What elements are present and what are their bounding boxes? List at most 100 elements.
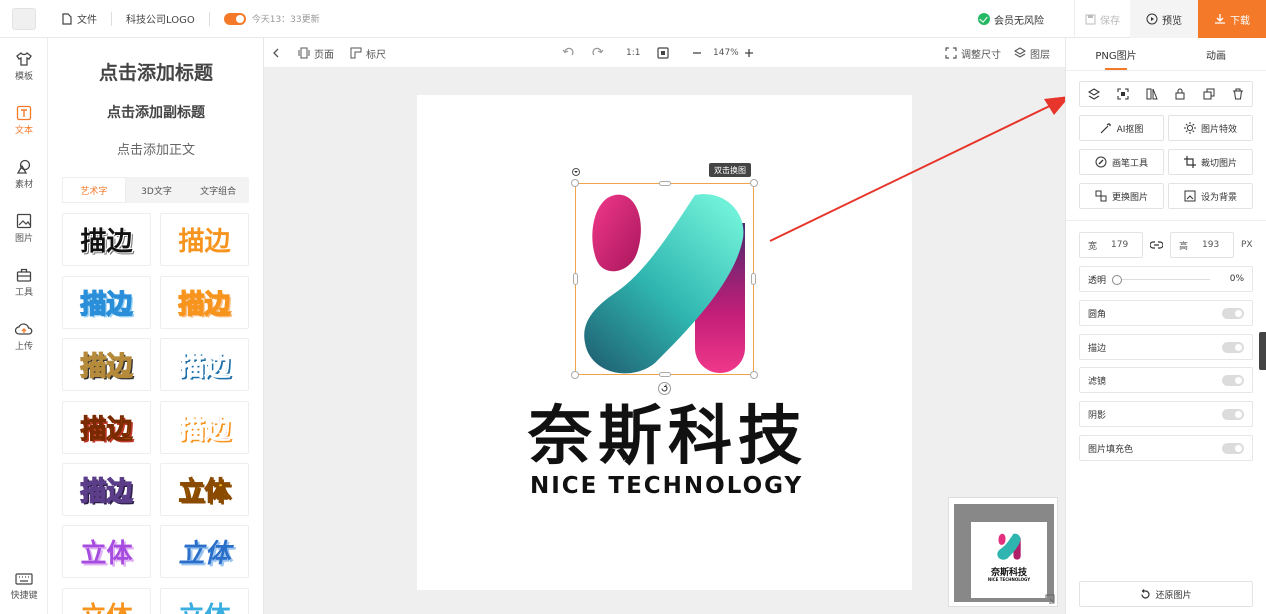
art-text-swatch[interactable]: 描边 <box>62 338 151 391</box>
brand-name-en[interactable]: NICE TECHNOLOGY <box>530 473 810 499</box>
page-button[interactable]: 页面 <box>298 38 334 68</box>
sidebar-item-text[interactable]: 文本 <box>0 105 48 136</box>
sidebar-item-upload[interactable]: 上传 <box>0 321 48 352</box>
filter-toggle[interactable] <box>1222 374 1244 386</box>
resize-handle[interactable] <box>750 371 758 379</box>
selection-box[interactable] <box>575 183 754 375</box>
sidebar-item-materials[interactable]: 素材 <box>0 159 48 190</box>
minimap-collapse-icon[interactable] <box>1045 594 1055 604</box>
filter-label: 滤镜 <box>1088 376 1107 387</box>
layer-order-icon[interactable] <box>1088 88 1101 100</box>
download-button[interactable]: 下载 <box>1198 0 1266 38</box>
rounded-corner-toggle[interactable] <box>1222 307 1244 319</box>
minimap[interactable]: 奈斯科技 NICE TECHNOLOGY <box>948 497 1058 607</box>
art-text-swatch[interactable]: 描边 <box>62 276 151 329</box>
art-text-swatch[interactable]: 描边 <box>62 401 151 454</box>
sidebar-item-label: 模板 <box>14 72 33 82</box>
resize-handle[interactable] <box>571 371 579 379</box>
art-text-swatch[interactable]: 描边 <box>160 213 249 266</box>
width-field[interactable]: 宽 179 <box>1079 232 1143 258</box>
lock-icon[interactable] <box>1174 88 1186 100</box>
layers-button[interactable]: 图层 <box>1014 38 1050 68</box>
duplicate-icon[interactable] <box>1203 88 1215 100</box>
art-text-swatch[interactable]: 立体 <box>160 463 249 516</box>
art-text-swatch[interactable]: 描边 <box>62 213 151 266</box>
layers-label: 图层 <box>1030 49 1050 61</box>
resize-handle[interactable] <box>659 372 671 377</box>
link-icon[interactable] <box>1150 239 1163 251</box>
side-feedback-tab[interactable] <box>1259 332 1266 370</box>
shortcut-keys-button[interactable]: 快捷键 <box>0 572 48 601</box>
shadow-toggle[interactable] <box>1222 408 1244 420</box>
set-background-button[interactable]: 设为背景 <box>1168 183 1253 209</box>
fill-color-toggle[interactable] <box>1222 442 1244 454</box>
sidebar-item-images[interactable]: 图片 <box>0 213 48 244</box>
shapes-icon <box>16 159 31 174</box>
art-text-swatch[interactable]: 立体 <box>160 588 249 614</box>
file-menu[interactable]: 文件 <box>62 11 97 26</box>
flip-icon[interactable] <box>1146 88 1158 100</box>
resize-handle[interactable] <box>571 179 579 187</box>
brush-tool-button[interactable]: 画笔工具 <box>1079 149 1164 175</box>
page-label: 页面 <box>314 49 334 61</box>
width-value: 179 <box>1111 240 1129 250</box>
tab-animation[interactable]: 动画 <box>1166 38 1266 70</box>
layer-menu-icon[interactable] <box>571 168 581 176</box>
sidebar-item-tools[interactable]: 工具 <box>0 267 48 298</box>
resize-handle[interactable] <box>750 179 758 187</box>
preview-button[interactable]: 预览 <box>1130 0 1198 38</box>
add-title-button[interactable]: 点击添加标题 <box>48 58 263 85</box>
art-text-swatch[interactable]: 立体 <box>62 525 151 578</box>
member-status[interactable]: 会员无风险 <box>978 12 1044 27</box>
tab-text-combo[interactable]: 文字组合 <box>187 177 249 203</box>
text-style-tabs: 艺术字 3D文字 文字组合 <box>62 177 249 203</box>
ratio-button[interactable]: 1:1 <box>626 38 640 68</box>
save-button[interactable]: 保存 <box>1074 0 1130 38</box>
tab-3d-text[interactable]: 3D文字 <box>126 177 188 203</box>
art-text-swatch[interactable]: 立体 <box>62 588 151 614</box>
align-icon[interactable] <box>1117 88 1129 100</box>
collapse-panel-button[interactable] <box>272 38 284 68</box>
autosave-toggle[interactable]: 今天13：33更新 <box>223 12 320 25</box>
sidebar-item-templates[interactable]: 模板 <box>0 51 48 82</box>
art-text-swatch[interactable]: 立体 <box>160 525 249 578</box>
image-effects-button[interactable]: 图片特效 <box>1168 115 1253 141</box>
resize-handle[interactable] <box>573 273 578 285</box>
resize-handle[interactable] <box>751 273 756 285</box>
minimap-logo-mark <box>997 533 1021 560</box>
opacity-slider[interactable] <box>1112 274 1211 285</box>
tab-art-text[interactable]: 艺术字 <box>62 177 126 203</box>
autosave-switch[interactable] <box>223 12 246 25</box>
resize-handle[interactable] <box>659 181 671 186</box>
minimap-brand-en: NICE TECHNOLOGY <box>987 577 1031 582</box>
zoom-in-button[interactable] <box>744 38 758 68</box>
art-text-swatch[interactable]: 描边 <box>62 463 151 516</box>
undo-button[interactable] <box>562 38 578 68</box>
tab-png-image[interactable]: PNG图片 <box>1066 38 1166 70</box>
crop-image-button[interactable]: 裁切图片 <box>1168 149 1253 175</box>
art-text-swatch[interactable]: 描边 <box>160 401 249 454</box>
zoom-out-button[interactable] <box>692 38 706 68</box>
ruler-button[interactable]: 标尺 <box>350 38 386 68</box>
add-body-button[interactable]: 点击添加正文 <box>48 139 263 158</box>
cloud-upload-icon <box>15 323 33 335</box>
fill-color-row: 图片填充色 <box>1079 435 1253 461</box>
art-text-swatch[interactable]: 描边 <box>160 338 249 391</box>
art-text-swatch[interactable]: 描边 <box>160 276 249 329</box>
add-subtitle-button[interactable]: 点击添加副标题 <box>48 102 263 122</box>
trash-icon[interactable] <box>1232 88 1244 100</box>
app-logo[interactable] <box>0 0 48 38</box>
brand-name-cn[interactable]: 奈斯科技 <box>528 397 808 477</box>
stroke-toggle[interactable] <box>1222 341 1244 353</box>
redo-button[interactable] <box>592 38 608 68</box>
height-field[interactable]: 高 193 <box>1170 232 1234 258</box>
rotate-icon[interactable] <box>658 382 671 395</box>
project-name[interactable]: 科技公司LOGO <box>126 11 195 26</box>
opacity-row: 透明 0% <box>1079 266 1253 292</box>
replace-image-button[interactable]: 更换图片 <box>1079 183 1164 209</box>
ai-cutout-button[interactable]: AI抠图 <box>1079 115 1164 141</box>
image-effects-label: 图片特效 <box>1200 124 1237 135</box>
fit-screen-button[interactable] <box>657 38 673 68</box>
restore-image-button[interactable]: 还原图片 <box>1079 581 1253 607</box>
resize-button[interactable]: 调整尺寸 <box>945 38 1001 68</box>
